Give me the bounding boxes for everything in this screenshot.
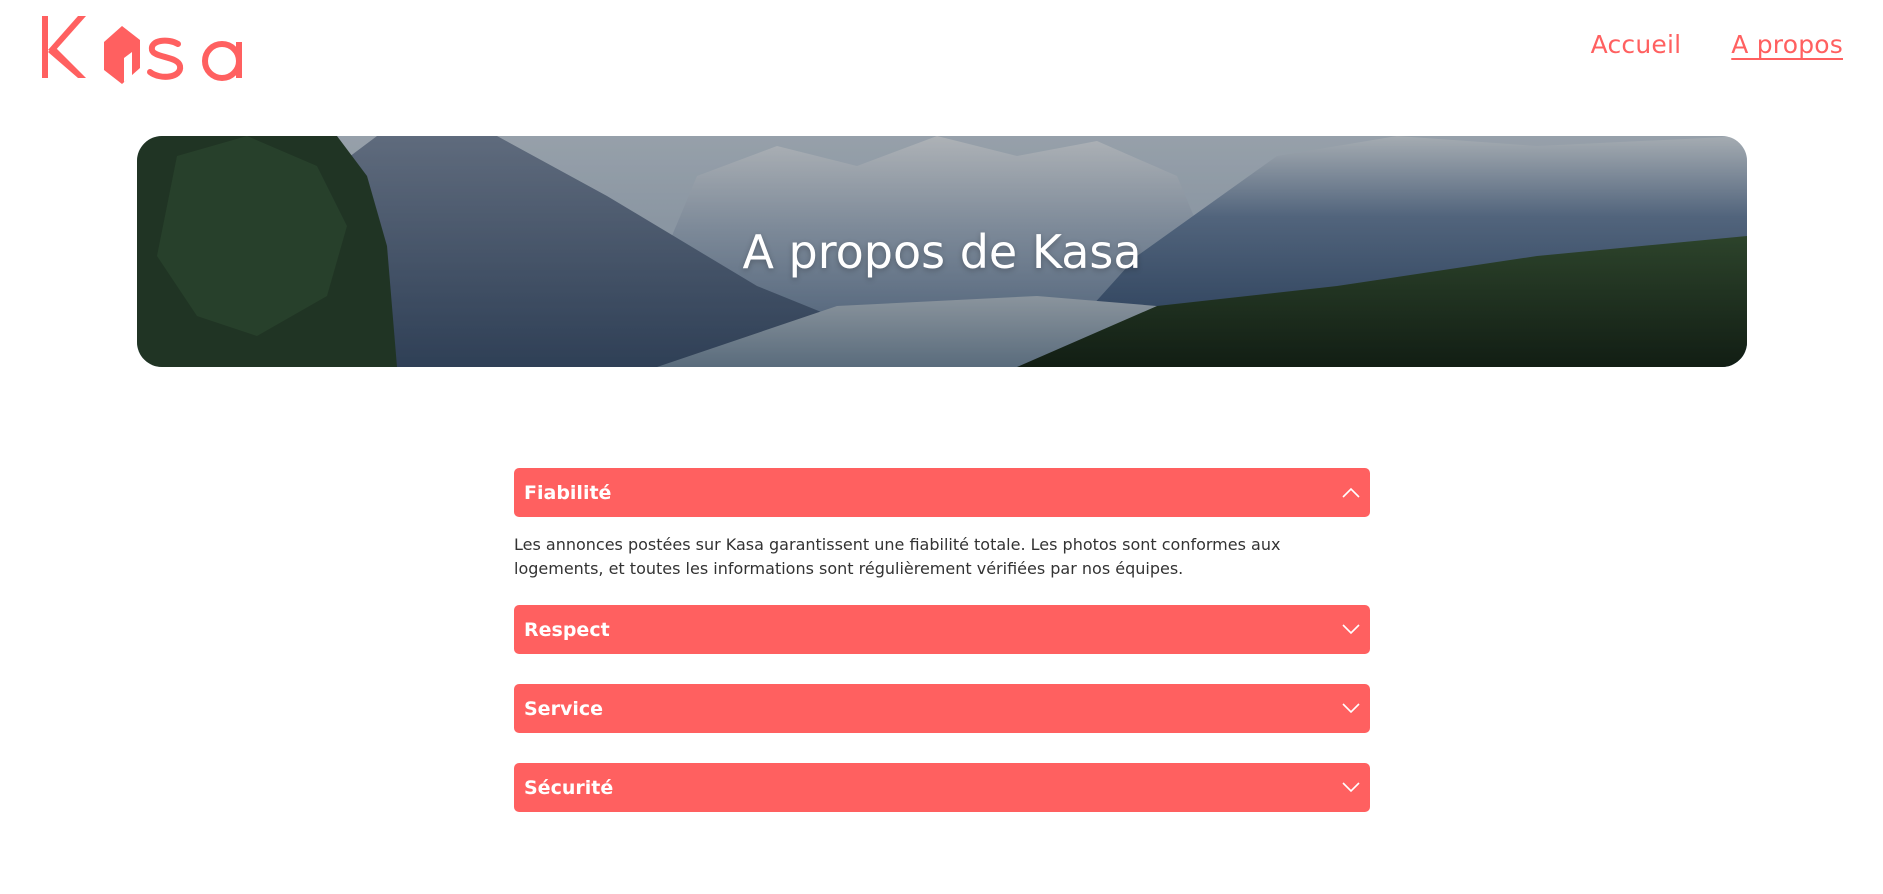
banner-title: A propos de Kasa [742, 224, 1142, 279]
collapse-securite: Sécurité [514, 763, 1370, 812]
collapse-title: Service [524, 697, 603, 720]
collapse-header-fiabilite[interactable]: Fiabilité [514, 468, 1370, 517]
kasa-logo[interactable] [40, 12, 260, 84]
collapse-content-fiabilite: Les annonces postées sur Kasa garantisse… [514, 535, 1281, 578]
collapse-respect: Respect [514, 605, 1370, 654]
chevron-down-icon[interactable] [1342, 782, 1360, 793]
nav-link-a-propos[interactable]: A propos [1731, 30, 1843, 59]
values-collapse-list: Fiabilité Les annonces postées sur Kasa … [514, 468, 1370, 842]
chevron-down-icon[interactable] [1342, 703, 1360, 714]
about-banner: A propos de Kasa [137, 136, 1747, 367]
chevron-down-icon[interactable] [1342, 624, 1360, 635]
chevron-up-icon[interactable] [1342, 487, 1360, 498]
site-header: Accueil A propos [0, 0, 1883, 100]
collapse-title: Fiabilité [524, 481, 612, 504]
main-nav: Accueil A propos [1591, 30, 1843, 59]
collapse-title: Respect [524, 618, 610, 641]
collapse-header-securite[interactable]: Sécurité [514, 763, 1370, 812]
collapse-fiabilite: Fiabilité Les annonces postées sur Kasa … [514, 468, 1370, 581]
collapse-header-service[interactable]: Service [514, 684, 1370, 733]
collapse-service: Service [514, 684, 1370, 733]
collapse-title: Sécurité [524, 776, 614, 799]
nav-link-accueil[interactable]: Accueil [1591, 30, 1682, 59]
collapse-header-respect[interactable]: Respect [514, 605, 1370, 654]
kasa-logo-graphic [42, 16, 242, 84]
